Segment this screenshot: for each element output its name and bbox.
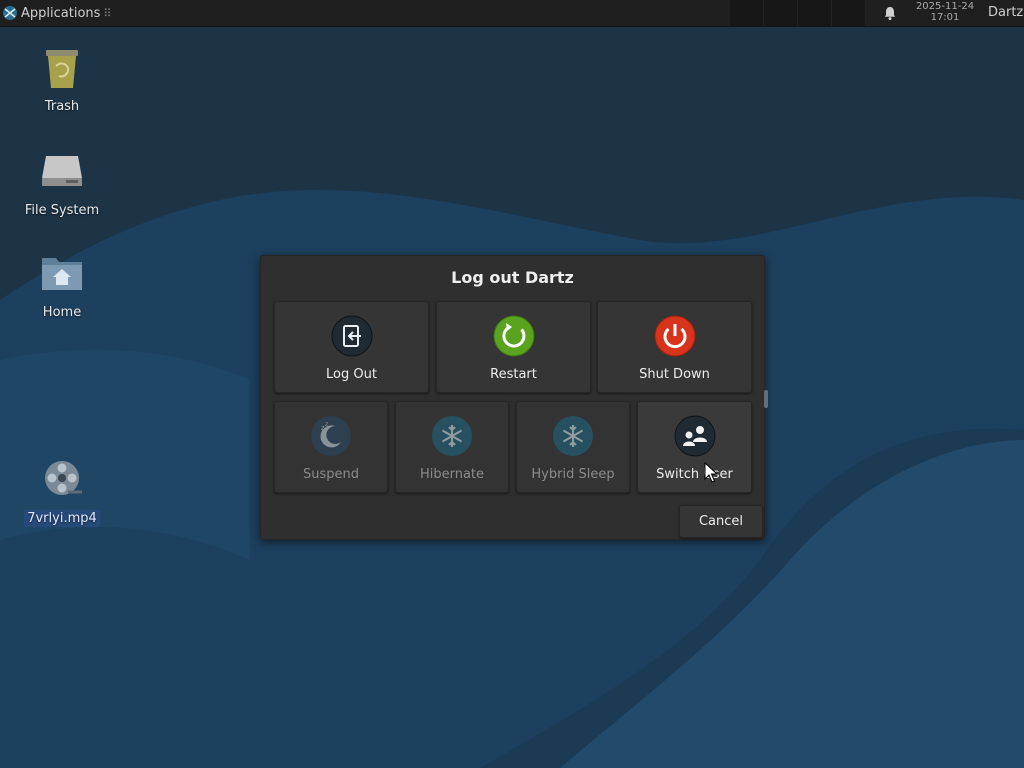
switch-user-icon bbox=[674, 415, 715, 457]
menu-separator: ⠿ bbox=[103, 6, 112, 20]
desktop-icon-video-file[interactable]: 7vrlyi.mp4 bbox=[12, 456, 112, 527]
desktop-icon-label: File System bbox=[24, 203, 100, 218]
desktop-icon-trash[interactable]: Trash bbox=[12, 44, 112, 115]
logout-dialog: Log out Dartz Log Out Restart Shut Down bbox=[260, 255, 765, 540]
workspace-2[interactable] bbox=[764, 0, 798, 26]
snowflake-icon bbox=[432, 416, 472, 456]
top-panel: Applications ⠿ 2025-11-24 17:01 Dartz bbox=[0, 0, 1024, 27]
shut-down-label: Shut Down bbox=[639, 367, 710, 382]
xfce-logo-icon bbox=[3, 6, 17, 20]
logout-icon bbox=[331, 315, 372, 357]
suspend-button: z z Suspend bbox=[274, 401, 388, 493]
desktop-icon-label: 7vrlyi.mp4 bbox=[24, 510, 100, 527]
hibernate-button: Hibernate bbox=[395, 401, 509, 493]
home-folder-icon bbox=[42, 258, 82, 290]
window-edge-handle bbox=[764, 390, 768, 408]
switch-user-label: Switch User bbox=[656, 467, 733, 482]
svg-text:z: z bbox=[325, 421, 328, 428]
desktop-icon-label: Home bbox=[42, 305, 82, 320]
snowflake-icon bbox=[553, 416, 593, 456]
clock-time: 17:01 bbox=[930, 12, 960, 23]
workspace-1[interactable] bbox=[730, 0, 764, 26]
workspace-switcher bbox=[730, 0, 866, 26]
bell-icon[interactable] bbox=[882, 5, 898, 21]
user-menu-button[interactable]: Dartz bbox=[988, 5, 1023, 20]
applications-label: Applications bbox=[21, 5, 101, 21]
trash-icon bbox=[46, 50, 78, 88]
clock-date: 2025-11-24 bbox=[915, 1, 975, 12]
shut-down-button[interactable]: Shut Down bbox=[597, 301, 752, 393]
log-out-button[interactable]: Log Out bbox=[274, 301, 429, 393]
hybrid-sleep-label: Hybrid Sleep bbox=[531, 467, 615, 482]
applications-menu-button[interactable]: Applications ⠿ bbox=[0, 0, 111, 26]
dialog-title: Log out Dartz bbox=[451, 268, 574, 287]
workspace-4[interactable] bbox=[832, 0, 866, 26]
hybrid-sleep-button: Hybrid Sleep bbox=[516, 401, 630, 493]
mouse-cursor-icon bbox=[704, 462, 718, 483]
desktop-icon-home[interactable]: Home bbox=[12, 250, 112, 321]
video-reel-icon bbox=[45, 461, 82, 495]
workspace-3[interactable] bbox=[798, 0, 832, 26]
restart-icon bbox=[493, 315, 534, 357]
desktop-icon-label: Trash bbox=[44, 99, 80, 114]
moon-sleep-icon: z z bbox=[311, 416, 351, 456]
log-out-label: Log Out bbox=[326, 367, 377, 382]
suspend-label: Suspend bbox=[302, 467, 359, 482]
restart-button[interactable]: Restart bbox=[436, 301, 591, 393]
drive-icon bbox=[42, 156, 82, 186]
power-icon bbox=[654, 315, 695, 357]
hibernate-label: Hibernate bbox=[419, 467, 485, 482]
switch-user-button[interactable]: Switch User bbox=[637, 401, 752, 493]
clock[interactable]: 2025-11-24 17:01 bbox=[906, 1, 984, 23]
restart-label: Restart bbox=[490, 367, 537, 382]
desktop-icon-file-system[interactable]: File System bbox=[12, 148, 112, 219]
cancel-button[interactable]: Cancel bbox=[679, 505, 763, 538]
